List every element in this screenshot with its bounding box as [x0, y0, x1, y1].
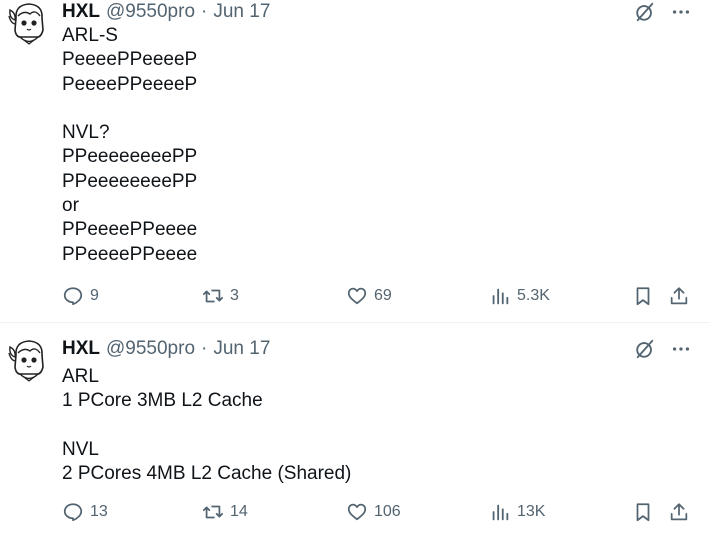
share-upload-icon	[670, 287, 688, 305]
grok-slash-icon[interactable]	[634, 1, 656, 23]
views-button[interactable]: 5.3K	[489, 283, 550, 309]
tweet-text: ARL 1 PCore 3MB L2 Cache NVL 2 PCores 4M…	[62, 365, 351, 486]
bookmark-icon	[636, 503, 650, 522]
avatar[interactable]	[6, 0, 52, 46]
tweet-text: ARL-S PeeeePPeeeeP PeeeePPeeeeP NVL? PPe…	[62, 24, 197, 267]
author-name[interactable]: HXL	[62, 1, 100, 23]
tweet-top-actions	[634, 338, 692, 360]
bar-chart-icon	[492, 504, 509, 521]
reply-count: 9	[90, 287, 99, 304]
views-count: 5.3K	[517, 287, 550, 304]
tweet-line	[62, 414, 351, 438]
author-name[interactable]: HXL	[62, 338, 100, 360]
reply-count: 13	[90, 503, 108, 520]
bookmark-button[interactable]	[632, 283, 654, 309]
author-handle[interactable]: @9550pro	[106, 1, 195, 23]
heart-icon	[347, 503, 367, 521]
like-button[interactable]: 69	[346, 283, 392, 309]
more-dots-icon[interactable]	[670, 338, 692, 360]
retweet-count: 14	[230, 503, 248, 520]
more-dots-icon[interactable]	[670, 1, 692, 23]
tweet-line: PeeeePPeeeeP	[62, 73, 198, 95]
bookmark-button[interactable]	[632, 499, 654, 525]
grok-slash-icon[interactable]	[634, 338, 656, 360]
tweet-header: HXL @9550pro · Jun 17	[62, 0, 270, 24]
tweet-action-bar: 9 3 69 5.3K	[62, 283, 692, 309]
tweet-line	[62, 97, 197, 121]
retweet-arrows-icon	[202, 289, 224, 303]
tweet-line: PeeeePPeeeeP	[62, 49, 198, 71]
retweet-count: 3	[230, 287, 239, 304]
reply-bubble-icon	[63, 503, 83, 522]
retweet-button[interactable]: 3	[202, 283, 239, 309]
tweet-top-actions	[634, 1, 692, 23]
separator-dot: ·	[201, 1, 208, 22]
reply-button[interactable]: 13	[62, 499, 108, 525]
tweet-line: ARL-S	[62, 25, 118, 46]
views-count: 13K	[517, 503, 546, 520]
heart-icon	[347, 287, 367, 305]
like-count: 106	[374, 503, 401, 520]
like-button[interactable]: 106	[346, 499, 401, 525]
bookmark-icon	[636, 287, 650, 306]
retweet-arrows-icon	[202, 505, 224, 519]
bar-chart-icon	[492, 288, 509, 305]
author-handle[interactable]: @9550pro	[106, 338, 195, 360]
retweet-button[interactable]: 14	[202, 499, 248, 525]
tweet-line: PPeeeePPeeee	[62, 243, 198, 265]
reply-button[interactable]: 9	[62, 283, 99, 309]
tweet-line: or	[62, 195, 79, 217]
tweet-header: HXL @9550pro · Jun 17	[62, 337, 270, 361]
tweet-line: PPeeeeeeeePP	[62, 146, 198, 168]
tweet-date[interactable]: Jun 17	[213, 1, 270, 23]
tweet-line: ARL	[62, 366, 99, 387]
tweet-line: PPeeeeeeeePP	[62, 170, 198, 192]
like-count: 69	[374, 287, 392, 304]
tweet-line: PPeeeePPeeee	[62, 219, 198, 241]
reply-bubble-icon	[63, 287, 83, 306]
tweet-line: 2 PCores 4MB L2 Cache (Shared)	[62, 463, 352, 485]
separator-dot: ·	[201, 338, 208, 359]
tweet-line: NVL	[62, 438, 99, 460]
avatar[interactable]	[6, 337, 52, 383]
tweet-action-bar: 13 14 106 13K	[62, 499, 692, 525]
share-upload-icon	[670, 503, 688, 521]
share-button[interactable]	[668, 283, 690, 309]
tweet-line: 1 PCore 3MB L2 Cache	[62, 390, 263, 412]
tweet-date[interactable]: Jun 17	[213, 338, 270, 360]
share-button[interactable]	[668, 499, 690, 525]
tweet-line: NVL?	[62, 122, 110, 144]
views-button[interactable]: 13K	[489, 499, 545, 525]
